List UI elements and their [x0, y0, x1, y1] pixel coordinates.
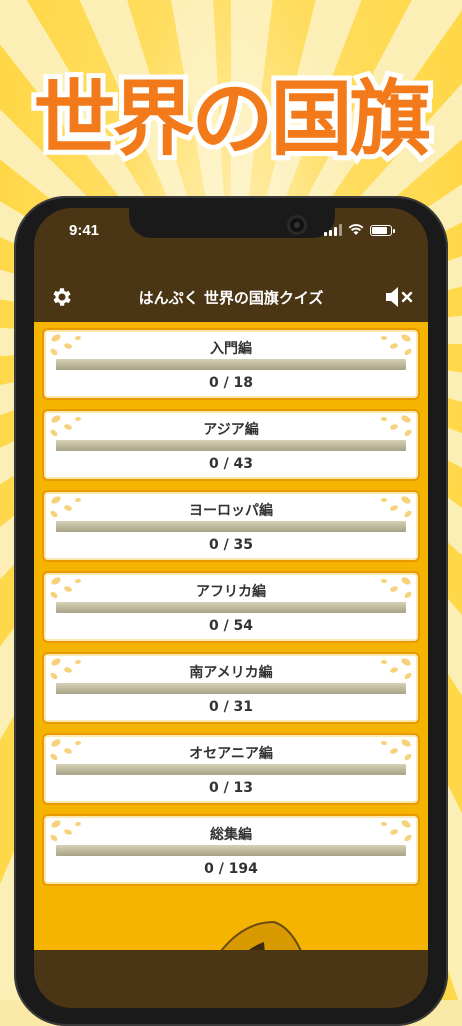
category-card-intro[interactable]: 入門編 0 / 18	[42, 328, 420, 400]
category-title: オセアニア編	[189, 746, 273, 762]
category-title: ヨーロッパ編	[189, 503, 273, 519]
camera-icon	[290, 218, 304, 232]
category-card-africa[interactable]: アフリカ編 0 / 54	[42, 571, 420, 643]
battery-icon	[370, 224, 395, 236]
progress-bar	[56, 359, 406, 370]
status-time: 9:41	[69, 222, 100, 239]
category-list: 入門編 0 / 18 アジア編 0 / 43 ヨーロッパ編 0 / 35 アフリ…	[34, 322, 428, 1008]
category-title: アジア編	[203, 422, 259, 438]
category-card-asia[interactable]: アジア編 0 / 43	[42, 409, 420, 481]
category-title: 南アメリカ編	[189, 665, 273, 681]
category-card-all[interactable]: 総集編 0 / 194	[42, 814, 420, 886]
wifi-icon	[348, 224, 364, 235]
progress-count: 0 / 31	[208, 699, 254, 715]
phone-notch	[129, 208, 335, 238]
progress-count: 0 / 194	[204, 861, 258, 877]
app-screen: 9:41 はんぷく 世界の国旗クイズ 入門編 0 / 18 アジア編 0 / 4…	[34, 208, 428, 1008]
progress-bar	[56, 683, 406, 694]
progress-bar	[56, 440, 406, 451]
category-title: 総集編	[210, 827, 252, 843]
progress-count: 0 / 13	[208, 780, 254, 796]
app-title: はんぷく 世界の国旗クイズ	[138, 288, 324, 307]
progress-bar	[56, 764, 406, 775]
category-card-europe[interactable]: ヨーロッパ編 0 / 35	[42, 490, 420, 562]
category-title: 入門編	[210, 341, 252, 357]
bottom-bar	[34, 950, 428, 1008]
progress-count: 0 / 43	[208, 456, 254, 472]
category-card-oceania[interactable]: オセアニア編 0 / 13	[42, 733, 420, 805]
progress-count: 0 / 54	[208, 618, 254, 634]
signal-icon	[324, 224, 342, 236]
status-icons	[324, 224, 395, 236]
promo-headline: 世界の国旗	[28, 67, 436, 172]
progress-bar	[56, 521, 406, 532]
category-card-south-america[interactable]: 南アメリカ編 0 / 31	[42, 652, 420, 724]
progress-count: 0 / 35	[208, 537, 254, 553]
category-title: アフリカ編	[196, 584, 266, 600]
progress-bar	[56, 602, 406, 613]
speaker-mute-icon[interactable]	[384, 284, 414, 310]
progress-count: 0 / 18	[208, 375, 254, 391]
gear-icon[interactable]	[50, 285, 74, 309]
progress-bar	[56, 845, 406, 856]
phone-frame: 9:41 はんぷく 世界の国旗クイズ 入門編 0 / 18 アジア編 0 / 4…	[14, 196, 448, 1026]
app-bar: はんぷく 世界の国旗クイズ	[34, 272, 428, 322]
